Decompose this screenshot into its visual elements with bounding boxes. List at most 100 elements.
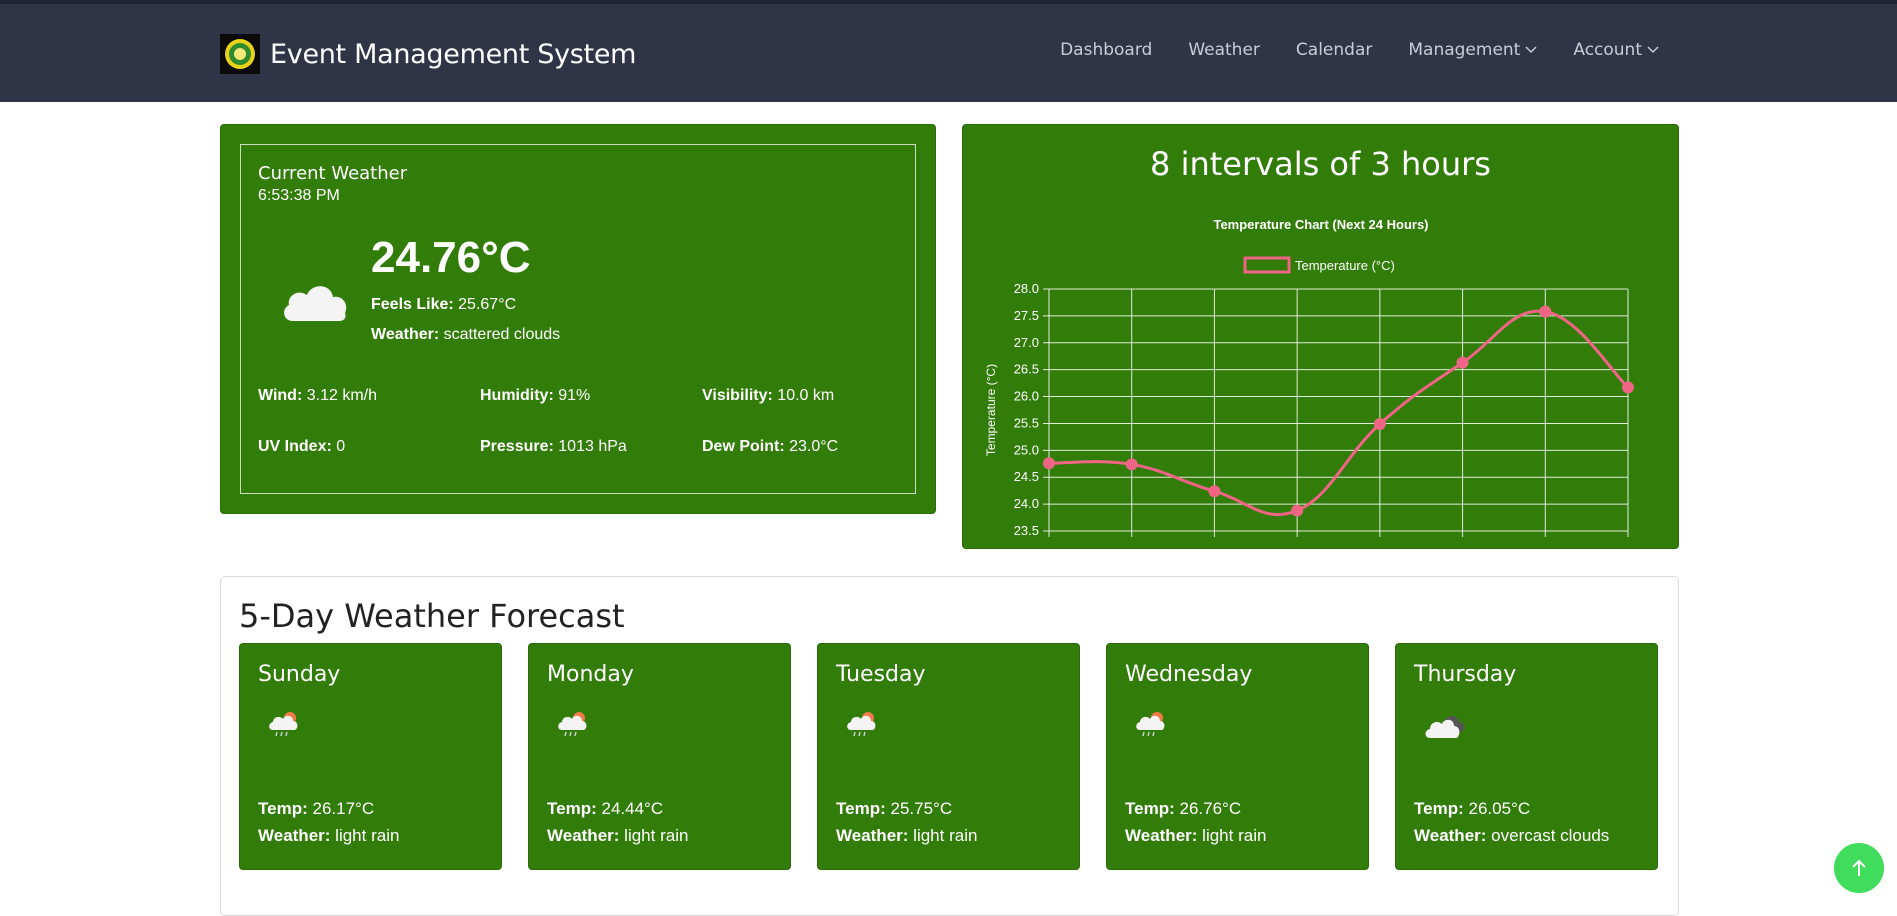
- stat-label: Visibility:: [702, 387, 773, 404]
- forecast-weather-label: Weather:: [1414, 826, 1487, 845]
- data-point: [1456, 356, 1469, 369]
- nav-account-label: Account: [1573, 40, 1642, 60]
- data-point: [1125, 458, 1138, 471]
- forecast-temp-value: 25.75°C: [890, 799, 953, 818]
- stat-value: 91%: [558, 387, 591, 404]
- logo: [220, 34, 260, 74]
- forecast-temp: Temp: 26.17°C: [258, 799, 374, 819]
- forecast-heading: 5-Day Weather Forecast: [239, 597, 625, 635]
- rain-cloud-sun-icon: [557, 710, 589, 743]
- forecast-temp-label: Temp:: [1414, 799, 1464, 818]
- wind-stat: Wind: 3.12 km/h: [258, 387, 377, 405]
- temperature-chart: Temperature Chart (Next 24 Hours) Tempera…: [984, 217, 1634, 538]
- main-nav: Dashboard Weather Calendar Management Ac…: [1042, 40, 1677, 60]
- weather-label: Weather:: [371, 326, 440, 343]
- nav-dashboard[interactable]: Dashboard: [1042, 40, 1170, 60]
- rain-cloud-sun-icon: [1135, 710, 1167, 743]
- forecast-day-name: Sunday: [258, 662, 341, 687]
- forecast-day-card: Tuesday Temp: 25.75°C Weather: light rain: [817, 643, 1080, 870]
- current-weather-panel: Current Weather 6:53:38 PM 24.76°C Feels…: [240, 144, 916, 494]
- app-title: Event Management System: [270, 38, 637, 70]
- forecast-temp: Temp: 25.75°C: [836, 799, 952, 819]
- y-tick-label: 27.5: [1014, 308, 1039, 323]
- y-tick-label: 28.0: [1014, 281, 1039, 296]
- forecast-weather: Weather: light rain: [836, 826, 977, 846]
- nav-account[interactable]: Account: [1555, 40, 1677, 60]
- forecast-weather-label: Weather:: [258, 826, 331, 845]
- feels-like: Feels Like: 25.67°C: [371, 296, 516, 314]
- temperature-chart-card: 8 intervals of 3 hours Temperature Chart…: [962, 124, 1679, 549]
- nav-weather[interactable]: Weather: [1170, 40, 1278, 60]
- nav-management-label: Management: [1408, 40, 1521, 60]
- forecast-day-name: Thursday: [1414, 662, 1517, 687]
- forecast-weather: Weather: light rain: [1125, 826, 1266, 846]
- legend-swatch: [1243, 256, 1291, 274]
- data-point: [1373, 417, 1386, 430]
- stat-label: Dew Point:: [702, 438, 785, 455]
- data-point: [1291, 504, 1304, 517]
- y-tick-label: 26.5: [1014, 362, 1039, 377]
- forecast-weather: Weather: overcast clouds: [1414, 826, 1609, 846]
- forecast-day-card: Monday Temp: 24.44°C Weather: light rain: [528, 643, 791, 870]
- stat-label: Wind:: [258, 387, 303, 404]
- dew-point-stat: Dew Point: 23.0°C: [702, 438, 838, 456]
- stat-value: 10.0 km: [777, 387, 835, 404]
- forecast-temp: Temp: 24.44°C: [547, 799, 663, 819]
- forecast-temp-value: 26.17°C: [312, 799, 375, 818]
- forecast-temp-label: Temp:: [1125, 799, 1175, 818]
- humidity-stat: Humidity: 91%: [480, 387, 590, 405]
- brand[interactable]: Event Management System: [220, 34, 636, 74]
- forecast-temp-value: 26.05°C: [1468, 799, 1531, 818]
- nav-calendar[interactable]: Calendar: [1278, 40, 1390, 60]
- y-axis-label: Temperature (°C): [984, 364, 998, 456]
- feels-like-value: 25.67°C: [458, 296, 517, 313]
- pressure-stat: Pressure: 1013 hPa: [480, 438, 627, 456]
- stat-label: Pressure:: [480, 438, 554, 455]
- forecast-temp-value: 26.76°C: [1179, 799, 1242, 818]
- stat-value: 3.12 km/h: [306, 387, 377, 404]
- forecast-temp-label: Temp:: [836, 799, 886, 818]
- stat-value: 0: [336, 438, 346, 455]
- uv-index-stat: UV Index: 0: [258, 438, 345, 456]
- current-weather-card: Current Weather 6:53:38 PM 24.76°C Feels…: [220, 124, 936, 514]
- forecast-day-name: Wednesday: [1125, 662, 1253, 687]
- forecast-weather-value: light rain: [624, 826, 689, 845]
- data-point: [1208, 485, 1221, 498]
- forecast-weather-label: Weather:: [547, 826, 620, 845]
- y-tick-label: 25.5: [1014, 415, 1039, 430]
- y-tick-label: 25.0: [1014, 442, 1039, 457]
- overcast-clouds-icon: [1424, 710, 1466, 745]
- forecast-day-card: Thursday Temp: 26.05°C Weather: overcast c…: [1395, 643, 1658, 870]
- chart-card-heading: 8 intervals of 3 hours: [1150, 145, 1491, 183]
- forecast-temp-label: Temp:: [547, 799, 597, 818]
- forecast-weather-value: light rain: [335, 826, 400, 845]
- stat-value: 1013 hPa: [558, 438, 627, 455]
- forecast-day-card: Sunday Temp: 26.17°C Weather: light rain: [239, 643, 502, 870]
- forecast-weather: Weather: light rain: [547, 826, 688, 846]
- rain-cloud-sun-icon: [846, 710, 878, 743]
- chevron-down-icon: [1647, 46, 1659, 54]
- chart-title: Temperature Chart (Next 24 Hours): [1213, 217, 1428, 232]
- current-time: 6:53:38 PM: [258, 187, 340, 204]
- forecast-weather-label: Weather:: [1125, 826, 1198, 845]
- forecast-day-name: Tuesday: [836, 662, 926, 687]
- data-point: [1622, 381, 1634, 394]
- forecast-weather-value: light rain: [913, 826, 978, 845]
- current-temperature: 24.76°C: [371, 233, 531, 282]
- data-point: [1539, 305, 1552, 318]
- stat-value: 23.0°C: [789, 438, 839, 455]
- visibility-stat: Visibility: 10.0 km: [702, 387, 834, 405]
- weather-value: scattered clouds: [443, 326, 561, 343]
- scroll-to-top-button[interactable]: [1834, 843, 1884, 893]
- stat-label: UV Index:: [258, 438, 332, 455]
- rain-cloud-sun-icon: [268, 710, 300, 743]
- forecast-panel: 5-Day Weather Forecast Sunday Temp: 26.17…: [220, 576, 1679, 916]
- navbar: Event Management System Dashboard Weathe…: [0, 0, 1897, 102]
- nav-management[interactable]: Management: [1390, 40, 1555, 60]
- legend-label: Temperature (°C): [1295, 258, 1395, 273]
- cloud-icon: [279, 275, 351, 328]
- data-point: [1043, 457, 1055, 470]
- forecast-day-card: Wednesday Temp: 26.76°C Weather: light rai…: [1106, 643, 1369, 870]
- y-tick-label: 24.0: [1014, 496, 1039, 511]
- chevron-down-icon: [1525, 46, 1537, 54]
